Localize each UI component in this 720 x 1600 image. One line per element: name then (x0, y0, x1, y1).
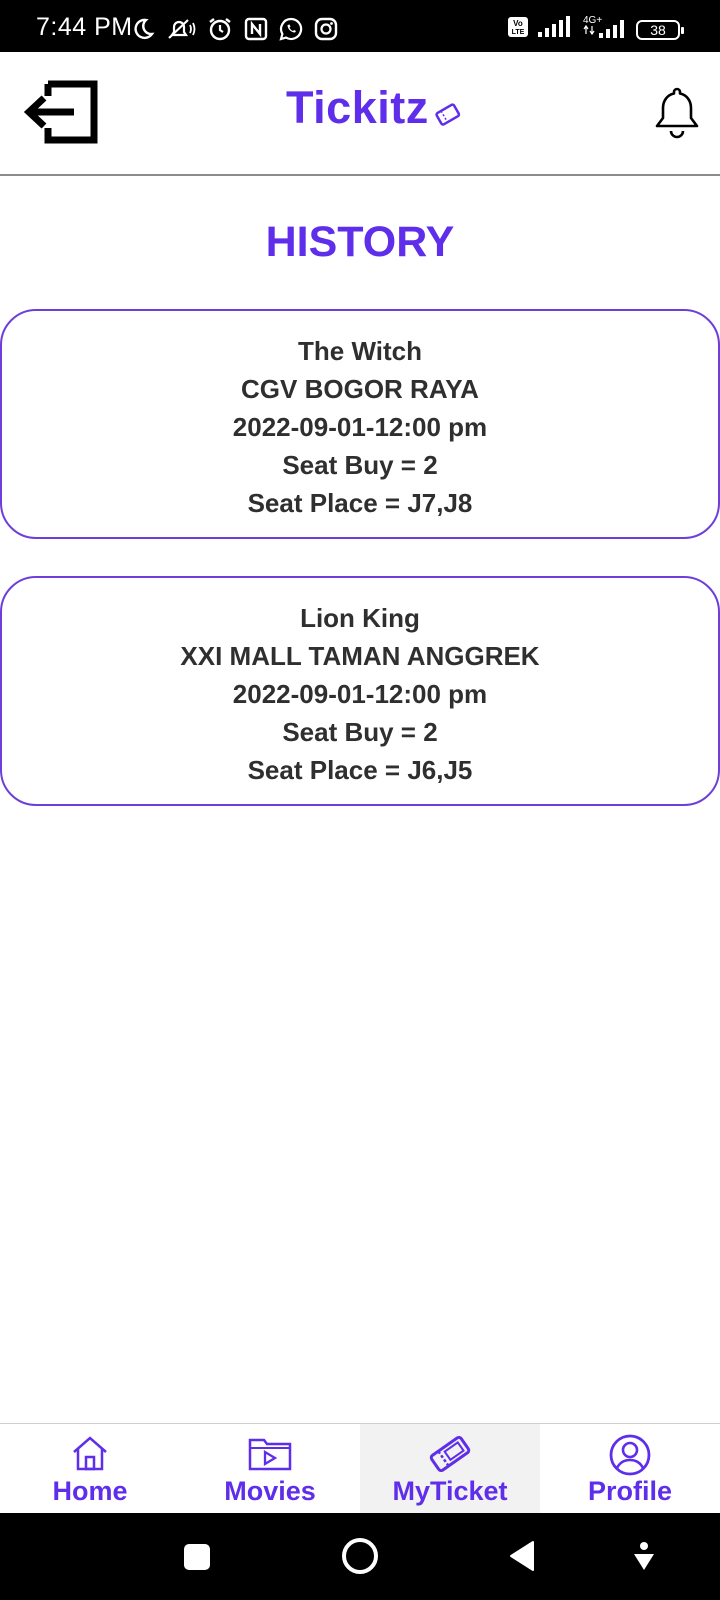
bottom-nav: Home Movies MyTicket Profile (0, 1423, 720, 1514)
logout-button[interactable] (22, 80, 100, 144)
seat-place: Seat Place = J6,J5 (247, 755, 473, 785)
show-datetime: 2022-09-01-12:00 pm (232, 412, 488, 442)
instagram-icon (314, 17, 338, 46)
mute-icon (166, 17, 196, 46)
page-title: HISTORY (265, 218, 455, 266)
moon-icon (131, 17, 155, 46)
square-icon (183, 1544, 211, 1575)
logo-ticket-icon (430, 102, 466, 133)
svg-text:Vo: Vo (513, 19, 523, 28)
seat-buy: Seat Buy = 2 (282, 717, 438, 747)
profile-icon (608, 1434, 652, 1481)
seat-buy: Seat Buy = 2 (282, 450, 438, 480)
movie-title: The Witch (298, 336, 422, 366)
alarm-icon (207, 16, 233, 47)
home-icon (70, 1434, 110, 1477)
nav-myticket-label: MyTicket (392, 1476, 508, 1506)
status-time: 7:44 PM (36, 13, 133, 41)
show-datetime: 2022-09-01-12:00 pm (232, 679, 488, 709)
whatsapp-icon (279, 17, 303, 46)
history-card[interactable]: Lion King XXI MALL TAMAN ANGGREK 2022-09… (0, 576, 720, 806)
back-triangle-icon (508, 1541, 536, 1576)
recent-apps-button[interactable] (183, 1543, 211, 1576)
signal-icon (538, 16, 572, 43)
home-system-button[interactable] (341, 1537, 379, 1580)
seat-place: Seat Place = J7,J8 (247, 488, 473, 518)
movie-title: Lion King (300, 603, 420, 633)
nav-myticket[interactable]: MyTicket (360, 1424, 540, 1514)
circle-icon (341, 1538, 379, 1579)
status-right-icons: Vo LTE 4G+ 38 (507, 14, 684, 45)
svg-text:LTE: LTE (512, 29, 525, 36)
volte-icon: Vo LTE (507, 16, 529, 43)
cinema-name: CGV BOGOR RAYA (241, 374, 479, 404)
nav-profile[interactable]: Profile (540, 1424, 720, 1514)
app-screen: Tickitz HISTORY The Witch CGV BOGOR RAYA… (0, 52, 720, 1514)
accessibility-button[interactable] (632, 1542, 656, 1577)
cinema-name: XXI MALL TAMAN ANGGREK (180, 641, 540, 671)
signal-4g-icon: 4G+ (581, 14, 627, 45)
nav-home[interactable]: Home (0, 1424, 180, 1514)
movies-icon (247, 1434, 293, 1477)
nav-movies[interactable]: Movies (180, 1424, 360, 1514)
battery-indicator: 38 (636, 19, 684, 40)
bell-icon (651, 87, 703, 147)
app-logo: Tickitz (286, 82, 429, 133)
history-card[interactable]: The Witch CGV BOGOR RAYA 2022-09-01-12:0… (0, 309, 720, 539)
back-system-button[interactable] (508, 1540, 536, 1577)
nfc-icon (244, 17, 268, 46)
svg-text:4G+: 4G+ (583, 15, 602, 26)
nav-movies-label: Movies (224, 1476, 316, 1506)
nav-home-label: Home (52, 1476, 128, 1506)
logout-icon (22, 80, 100, 148)
ticket-icon (427, 1434, 473, 1479)
system-nav-bar (0, 1513, 720, 1600)
status-bar: 7:44 PM Vo LTE 4G+ 38 (0, 0, 720, 52)
notification-button[interactable] (651, 83, 703, 143)
nav-profile-label: Profile (587, 1476, 673, 1506)
status-left-icons (131, 16, 338, 47)
down-arrow-icon (632, 1542, 656, 1576)
app-header: Tickitz (0, 52, 720, 176)
